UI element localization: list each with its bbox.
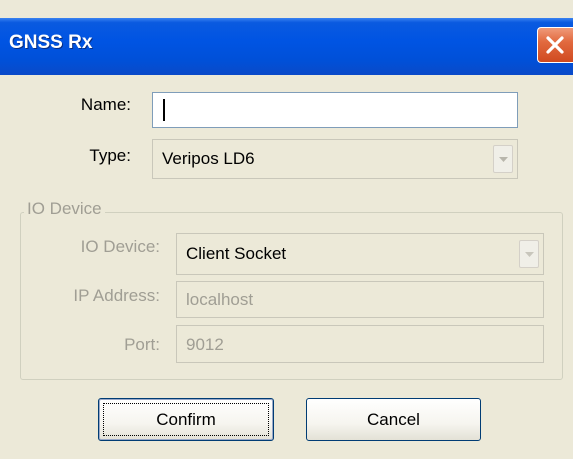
io-device-selected-value: Client Socket (186, 244, 287, 263)
type-selected-value: Veripos LD6 (162, 149, 255, 168)
io-device-group-legend: IO Device (24, 199, 105, 219)
ip-address-label: IP Address: (73, 286, 160, 305)
cancel-button-label: Cancel (367, 410, 420, 429)
confirm-button-label: Confirm (156, 410, 216, 429)
type-label: Type: (89, 146, 131, 165)
ip-address-value: localhost (186, 290, 254, 309)
confirm-button[interactable]: Confirm (98, 398, 274, 441)
port-field: 9012 (176, 325, 544, 363)
name-label: Name: (80, 95, 131, 114)
window-title: GNSS Rx (9, 32, 93, 53)
dialog-body: Name: Type: Veripos LD6 IO Device IO Dev… (0, 75, 573, 459)
title-bar[interactable]: GNSS Rx (0, 18, 573, 75)
io-device-label: IO Device: (80, 237, 160, 256)
port-value: 9012 (186, 335, 224, 354)
port-label: Port: (124, 335, 160, 354)
io-device-dropdown: Client Socket (176, 233, 544, 275)
close-button[interactable] (537, 27, 573, 63)
type-dropdown-button[interactable] (493, 145, 513, 173)
io-device-dropdown-button (519, 240, 539, 268)
text-caret (163, 99, 165, 121)
type-dropdown[interactable]: Veripos LD6 (152, 139, 518, 179)
cancel-button[interactable]: Cancel (306, 398, 481, 441)
ip-address-field: localhost (176, 281, 544, 318)
name-input[interactable] (152, 92, 518, 128)
